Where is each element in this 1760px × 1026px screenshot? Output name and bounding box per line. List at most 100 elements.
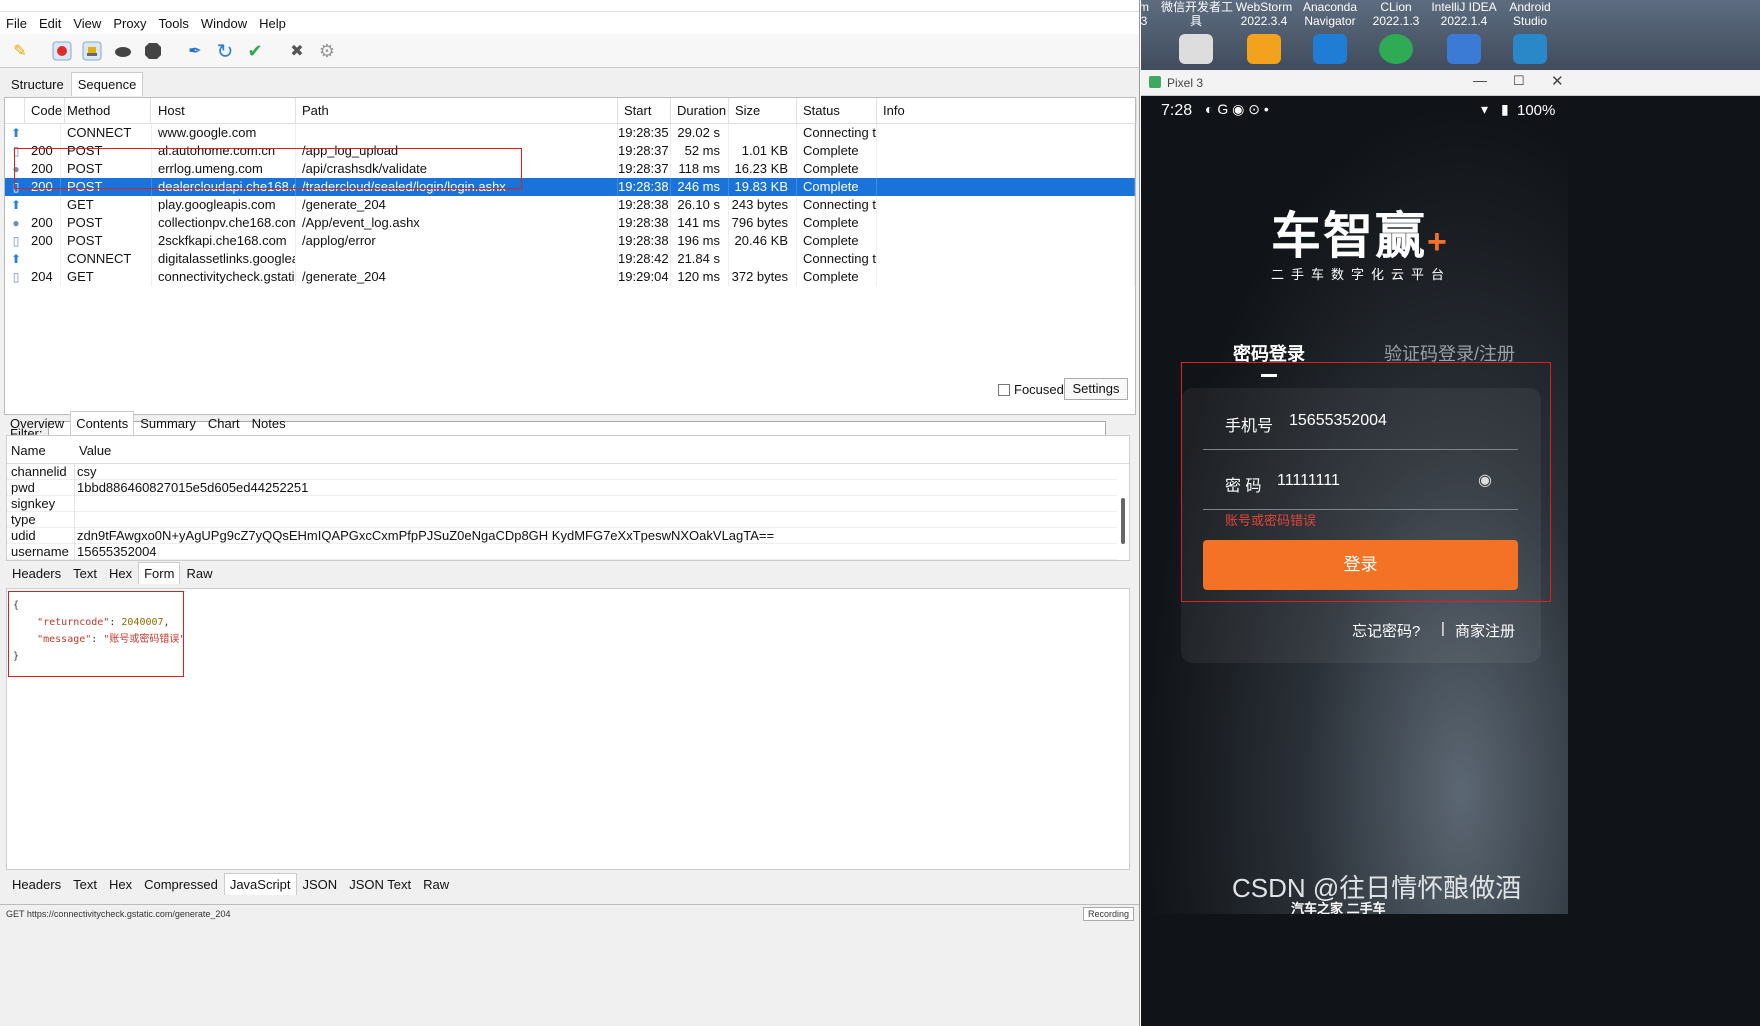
tab-notes[interactable]: Notes	[246, 411, 292, 435]
phone-label: 手机号	[1225, 418, 1274, 435]
column-header-path[interactable]: Path	[296, 98, 618, 124]
column-header-host[interactable]: Host	[152, 98, 296, 124]
close-icon[interactable]: ✕	[1551, 72, 1564, 90]
desktop-icon-1[interactable]: m 3	[1141, 0, 1157, 28]
settings-gear-icon[interactable]: ⚙	[315, 39, 339, 63]
form-row[interactable]: udid zdn9tFAwgxo0N+yAgUPg9cZ7yQQsEHmIQAPG…	[7, 528, 1117, 544]
column-header-duration[interactable]: Duration	[671, 98, 729, 124]
tab-sequence[interactable]: Sequence	[70, 72, 144, 96]
check-icon[interactable]: ✔	[243, 39, 267, 63]
desktop-icon-label: WebStorm 2022.3.4	[1235, 0, 1293, 28]
cell-info	[877, 268, 1135, 286]
table-row[interactable]: ▯ 204GETconnectivitycheck.gstatic.../gene…	[5, 268, 1135, 286]
resp-subtab-json-text[interactable]: JSON Text	[343, 873, 417, 895]
table-row[interactable]: ▯ 200 POST 2sckfkapi.che168.com/applog/erro…	[5, 232, 1135, 250]
up-arrow-icon: ⬆	[10, 252, 22, 266]
broom-icon[interactable]: ✎	[8, 39, 32, 63]
phone-field[interactable]: 手机号 15655352004	[1203, 398, 1518, 450]
tab-summary[interactable]: Summary	[134, 411, 202, 435]
menu-view[interactable]: View	[73, 16, 101, 31]
menu-file[interactable]: File	[6, 16, 27, 31]
desktop-icon-webstorm[interactable]: WebStorm 2022.3.4	[1229, 0, 1299, 64]
record-icon[interactable]	[50, 39, 74, 63]
table-row[interactable]: ● 200 POST collectionpv.che168.com/App/even…	[5, 214, 1135, 232]
subtab-hex[interactable]: Hex	[103, 562, 138, 584]
form-row[interactable]: pwd 1bbd886460827015e5d605ed44252251	[7, 480, 1117, 496]
resp-subtab-raw[interactable]: Raw	[417, 873, 455, 895]
desktop-icon-intellij[interactable]: IntelliJ IDEA 2022.1.4	[1429, 0, 1499, 64]
form-row[interactable]: username 15655352004	[7, 544, 1117, 560]
menu-edit[interactable]: Edit	[39, 16, 61, 31]
column-header-start[interactable]: Start	[618, 98, 671, 124]
form-row[interactable]: signkey	[7, 496, 1117, 512]
recording-indicator[interactable]: Recording	[1082, 907, 1134, 921]
resp-subtab-json[interactable]: JSON	[297, 873, 344, 895]
tab-overview[interactable]: Overview	[4, 411, 70, 435]
column-header-size[interactable]: Size	[729, 98, 797, 124]
tab-chart[interactable]: Chart	[202, 411, 246, 435]
resp-subtab-text[interactable]: Text	[67, 873, 103, 895]
resp-subtab-compressed[interactable]: Compressed	[138, 873, 224, 895]
column-header-method[interactable]: Method	[61, 98, 151, 124]
column-header-code[interactable]: Code	[25, 98, 65, 124]
desktop-icon-android-studio[interactable]: Android Studio	[1495, 0, 1565, 64]
merchant-register-link[interactable]: 商家注册	[1455, 620, 1515, 641]
doc-icon: ▯	[12, 270, 20, 284]
column-header-status[interactable]: Status	[797, 98, 877, 124]
tab-structure[interactable]: Structure	[4, 72, 71, 96]
request-subtabs: Headers Text Hex Form Raw	[6, 562, 218, 584]
show-password-eye-icon[interactable]: ◉	[1478, 470, 1492, 490]
tab-contents[interactable]: Contents	[70, 411, 135, 435]
cell-duration: 21.84 s	[671, 250, 729, 268]
turtle-icon[interactable]	[111, 39, 135, 63]
column-header-info[interactable]: Info	[877, 98, 1137, 124]
form-scrollbar[interactable]	[1121, 498, 1125, 544]
menu-tools[interactable]: Tools	[159, 16, 189, 31]
form-row[interactable]: type	[7, 512, 1117, 528]
table-row[interactable]: ⬆ CONNECT digitalassetlinks.googlea... 19:2…	[5, 250, 1135, 268]
form-row[interactable]: channelid csy	[7, 464, 1117, 480]
forgot-password-link[interactable]: 忘记密码?	[1352, 620, 1420, 641]
settings-button[interactable]: Settings	[1064, 378, 1128, 400]
refresh-icon[interactable]: ↻	[213, 39, 237, 63]
table-row[interactable]: ● 200 POST errlog.umeng.com/api/crashsdk/va…	[5, 160, 1135, 178]
detail-tabs: Overview Contents Summary Chart Notes	[4, 411, 292, 435]
stop-icon[interactable]	[141, 39, 165, 63]
subtab-raw[interactable]: Raw	[180, 562, 218, 584]
cell-size: 1.01 KB	[729, 142, 797, 160]
desktop-icon-clion[interactable]: CLion 2022.1.3	[1361, 0, 1431, 64]
cell-duration: 29.02 s	[671, 124, 729, 142]
table-row[interactable]: ▯ 200 POST dealercloudapi.che168.c.../trade…	[5, 178, 1135, 196]
pen-icon[interactable]: ✒	[183, 39, 207, 63]
subtab-form[interactable]: Form	[138, 562, 181, 584]
resp-subtab-headers[interactable]: Headers	[6, 873, 67, 895]
table-row[interactable]: ⬆ CONNECT www.google.com 19:28:35 29.02 s Con…	[5, 124, 1135, 142]
login-button[interactable]: 登录	[1203, 540, 1518, 590]
minimize-icon[interactable]: —	[1473, 72, 1487, 88]
table-row[interactable]: ⬆ GET play.googleapis.com/generate_204 19:2…	[5, 196, 1135, 214]
resp-subtab-hex[interactable]: Hex	[103, 873, 138, 895]
desktop-icon-wechat-devtools[interactable]: 微信开发者工 具	[1161, 0, 1233, 64]
resp-subtab-javascript[interactable]: JavaScript	[223, 873, 297, 895]
subtab-text[interactable]: Text	[67, 562, 103, 584]
emulator-title: Pixel 3	[1167, 76, 1204, 90]
tools-icon[interactable]: ✖	[285, 39, 309, 63]
menu-window[interactable]: Window	[201, 16, 247, 31]
table-row[interactable]: ▯ 200 POST al.autohome.com.cn/app_log_uploa…	[5, 142, 1135, 160]
maximize-icon[interactable]: ☐	[1513, 73, 1525, 89]
password-field[interactable]: 密 码 11111111 ◉	[1203, 458, 1518, 510]
cell-code: 200	[25, 160, 61, 178]
focused-checkbox[interactable]	[998, 383, 1010, 396]
cell-status: Complete	[797, 214, 877, 232]
cell-start: 19:28:35	[618, 124, 671, 142]
subtab-headers[interactable]: Headers	[6, 562, 67, 584]
cell-info	[877, 214, 1135, 232]
cell-host: collectionpv.che168.com	[152, 214, 296, 232]
form-param-value: zdn9tFAwgxo0N+yAgUPg9cZ7yQQsEHmIQAPGxcCx…	[77, 528, 775, 543]
json-key-returncode: "returncode"	[37, 617, 110, 628]
icon-column-header	[5, 98, 25, 124]
throttle-icon[interactable]	[80, 39, 104, 63]
menu-help[interactable]: Help	[259, 16, 286, 31]
desktop-icon-anaconda[interactable]: Anaconda Navigator	[1295, 0, 1365, 64]
menu-proxy[interactable]: Proxy	[113, 16, 146, 31]
